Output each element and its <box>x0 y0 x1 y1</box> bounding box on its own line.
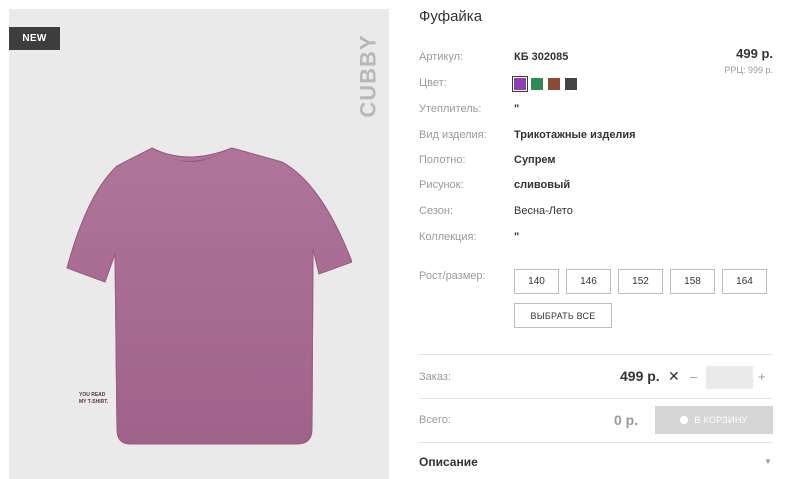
attr-label: Утеплитель: <box>419 103 482 115</box>
brand-watermark: CUBBY <box>356 34 382 118</box>
attr-label: Артикул: <box>419 51 464 63</box>
add-to-cart-button[interactable]: В КОРЗИНУ <box>655 406 773 434</box>
size-button-140[interactable]: 140 <box>514 269 559 294</box>
order-price: 499 р. <box>620 368 660 384</box>
attr-label: Коллекция: <box>419 231 477 243</box>
attr-label: Полотно: <box>419 154 466 166</box>
increment-button[interactable]: + <box>758 369 766 384</box>
color-swatch-brown[interactable] <box>548 78 560 90</box>
color-swatch-dark-gray[interactable] <box>565 78 577 90</box>
tshirt-image: YOU READ MY T-SHIRT. <box>66 147 352 445</box>
total-label: Всего: <box>419 414 451 426</box>
decrement-button[interactable]: – <box>690 369 697 384</box>
total-value: 0 р. <box>614 412 639 428</box>
times-icon: ✕ <box>668 368 680 384</box>
description-toggle[interactable]: Описание <box>419 455 478 469</box>
size-button-158[interactable]: 158 <box>670 269 715 294</box>
divider <box>419 354 772 355</box>
divider <box>419 442 772 443</box>
order-label: Заказ: <box>419 371 451 383</box>
add-to-cart-label: В КОРЗИНУ <box>694 415 748 425</box>
color-swatches <box>512 76 577 92</box>
size-button-146[interactable]: 146 <box>566 269 611 294</box>
product-price: 499 р. <box>736 46 773 61</box>
attr-value: " <box>514 231 520 243</box>
attr-value: Супрем <box>514 154 556 166</box>
color-swatch-purple[interactable] <box>512 76 528 92</box>
quantity-input[interactable] <box>706 366 753 389</box>
size-label: Рост/размер: <box>419 270 486 282</box>
print-line-2: MY T-SHIRT. <box>79 399 109 405</box>
chevron-down-icon[interactable]: ▼ <box>764 457 772 466</box>
product-photo[interactable]: CUBBY YOU READ MY T-SHIRT. <box>9 9 389 479</box>
attr-label: Цвет: <box>419 77 447 89</box>
new-badge: NEW <box>9 27 60 50</box>
divider <box>419 398 772 399</box>
product-title: Фуфайка <box>419 8 483 25</box>
cart-icon <box>680 416 689 424</box>
color-swatch-green[interactable] <box>531 78 543 90</box>
size-options: 140 146 152 158 164 <box>514 269 767 294</box>
attr-label: Сезон: <box>419 205 453 217</box>
attr-value: Трикотажные изделия <box>514 129 636 141</box>
print-line-1: YOU READ <box>79 392 106 398</box>
size-button-152[interactable]: 152 <box>618 269 663 294</box>
attr-value: сливовый <box>514 179 571 191</box>
attr-value: " <box>514 103 520 115</box>
attr-value: Весна-Лето <box>514 205 573 217</box>
recommended-retail-price: РРЦ: 999 р. <box>724 65 773 75</box>
attr-label: Вид изделия: <box>419 129 487 141</box>
attr-value: КБ 302085 <box>514 51 569 63</box>
select-all-button[interactable]: ВЫБРАТЬ ВСЕ <box>514 303 612 328</box>
size-button-164[interactable]: 164 <box>722 269 767 294</box>
attr-label: Рисунок: <box>419 179 464 191</box>
